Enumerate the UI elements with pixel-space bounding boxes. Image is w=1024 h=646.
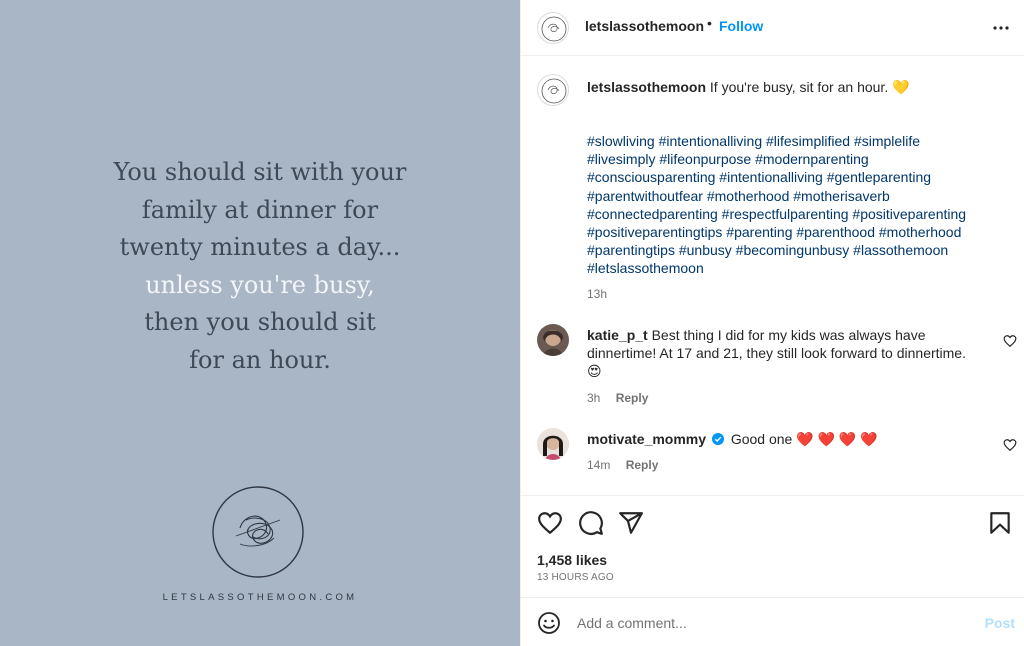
- comment-time[interactable]: 3h: [587, 391, 600, 405]
- commenter-avatar[interactable]: [537, 324, 569, 356]
- hashtag-line[interactable]: #livesimply #lifeonpurpose #modernparent…: [587, 150, 997, 168]
- hashtag-line[interactable]: #parentwithoutfear #motherhood #motheris…: [587, 187, 997, 205]
- comment-bubble-icon[interactable]: [578, 510, 604, 536]
- website-url: LETSLASSOTHEMOON.COM: [162, 592, 358, 603]
- commenter-avatar[interactable]: [537, 428, 569, 460]
- reply-button[interactable]: Reply: [626, 458, 659, 472]
- post-header: letslassothemoon • Follow: [521, 0, 1024, 56]
- comment-body: katie_p_t Best thing I did for my kids w…: [587, 326, 992, 407]
- verified-badge-icon: [711, 433, 724, 445]
- post-image[interactable]: You should sit with your family at dinne…: [0, 0, 520, 646]
- quote-text: You should sit with your family at dinne…: [0, 154, 520, 380]
- caption-username[interactable]: letslassothemoon: [587, 79, 706, 95]
- comment-meta: 3h Reply: [587, 389, 992, 407]
- hashtag-list: #slowliving #intentionalliving #lifesimp…: [587, 132, 997, 278]
- quote-line: twenty minutes a day...: [119, 233, 401, 262]
- comment-body: motivate_mommy Good one ❤️ ❤️ ❤️ ❤️ 14m …: [587, 430, 992, 474]
- comment-text: Good one ❤️ ❤️ ❤️ ❤️: [730, 431, 878, 447]
- post-timestamp[interactable]: 13 HOURS AGO: [537, 572, 614, 583]
- comment-input[interactable]: [577, 612, 957, 634]
- separator-dot: •: [707, 15, 712, 31]
- like-comment-heart-icon[interactable]: [1003, 438, 1017, 452]
- hashtag-line[interactable]: #positiveparentingtips #parenting #paren…: [587, 223, 997, 241]
- brand-logo: [210, 484, 306, 580]
- post-sidebar: letslassothemoon • Follow letslassothemo…: [520, 0, 1024, 646]
- follow-button[interactable]: Follow: [719, 18, 763, 34]
- instagram-post-dialog: You should sit with your family at dinne…: [0, 0, 1024, 646]
- author-username[interactable]: letslassothemoon: [585, 18, 704, 34]
- share-send-icon[interactable]: [618, 510, 644, 536]
- hashtag-line[interactable]: #slowliving #intentionalliving #lifesimp…: [587, 132, 997, 150]
- caption-avatar[interactable]: [537, 74, 569, 106]
- like-comment-heart-icon[interactable]: [1003, 334, 1017, 348]
- comment-emoji: 😍: [587, 363, 602, 380]
- comment-username[interactable]: motivate_mommy: [587, 431, 706, 447]
- post-comment-button[interactable]: Post: [985, 615, 1015, 631]
- hashtag-line[interactable]: #connectedparenting #respectfulparenting…: [587, 205, 997, 223]
- quote-line: then you should sit: [144, 308, 376, 337]
- author-avatar[interactable]: [537, 12, 569, 44]
- post-actions: 1,458 likes 13 HOURS AGO: [521, 495, 1024, 595]
- comment-time[interactable]: 14m: [587, 458, 610, 472]
- hashtag-line[interactable]: #letslassothemoon: [587, 259, 997, 277]
- save-bookmark-icon[interactable]: [987, 510, 1013, 536]
- caption-line: letslassothemoon If you're busy, sit for…: [587, 78, 1007, 96]
- quote-line: for an hour.: [189, 345, 331, 374]
- more-options-icon[interactable]: [991, 18, 1011, 38]
- caption-time[interactable]: 13h: [587, 285, 607, 303]
- hashtag-line[interactable]: #consciousparenting #intentionalliving #…: [587, 168, 997, 186]
- hashtag-line[interactable]: #parentingtips #unbusy #becomingunbusy #…: [587, 241, 997, 259]
- quote-line: You should sit with your: [113, 158, 407, 186]
- emoji-smiley-icon[interactable]: [537, 611, 561, 635]
- comment-username[interactable]: katie_p_t: [587, 327, 648, 343]
- like-heart-icon[interactable]: [537, 510, 563, 536]
- comment-meta: 14m Reply: [587, 456, 992, 474]
- quote-line-highlight: unless you're busy,: [145, 270, 375, 299]
- like-count[interactable]: 1,458 likes: [537, 552, 607, 568]
- caption-text: If you're busy, sit for an hour. 💛: [709, 79, 910, 95]
- quote-line: family at dinner for: [141, 195, 379, 224]
- reply-button[interactable]: Reply: [616, 391, 649, 405]
- add-comment-bar: Post: [521, 597, 1024, 646]
